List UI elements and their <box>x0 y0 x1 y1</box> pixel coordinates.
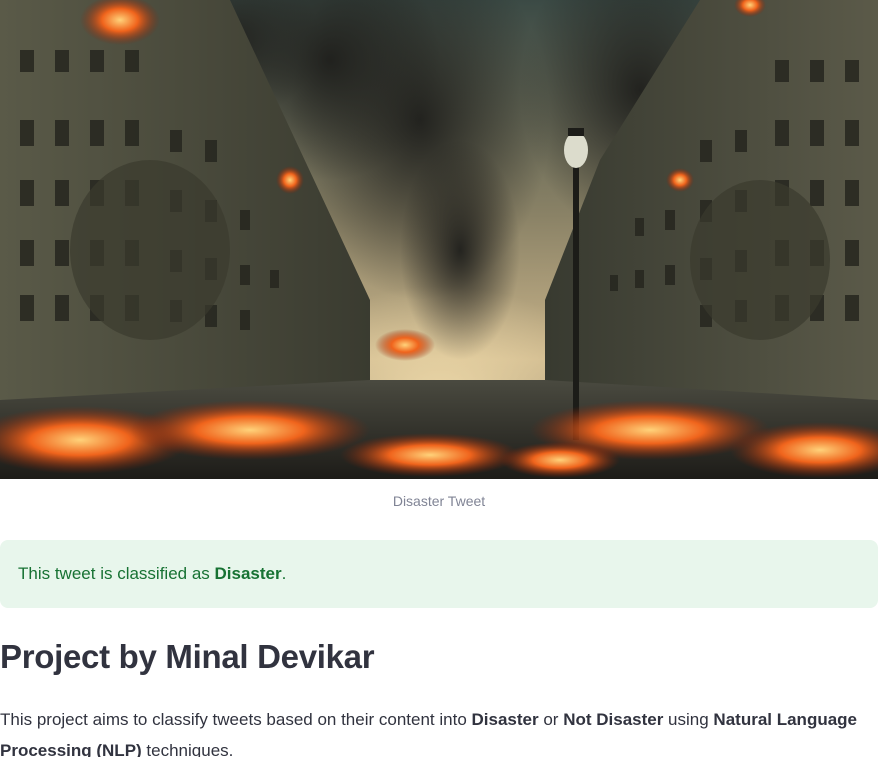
alert-label: Disaster <box>214 564 282 583</box>
image-caption: Disaster Tweet <box>392 493 486 509</box>
burning-city-street-image <box>0 0 878 479</box>
classification-alert: This tweet is classified as Disaster. <box>0 540 878 608</box>
desc-part3: using <box>663 710 714 729</box>
desc-part1: This project aims to classify tweets bas… <box>0 710 472 729</box>
page-title: Project by Minal Devikar <box>0 638 375 675</box>
alert-prefix: This tweet is classified as <box>18 564 215 583</box>
alert-text: This tweet is classified as Disaster. <box>18 564 286 584</box>
app-main: Disaster Tweet This tweet is classified … <box>0 0 881 757</box>
alert-suffix: . <box>281 564 287 583</box>
desc-part4: techniques. <box>141 741 234 757</box>
desc-part2: or <box>538 710 564 729</box>
hero-image <box>0 0 878 479</box>
project-description: This project aims to classify tweets bas… <box>0 704 878 757</box>
desc-term-not-disaster: Not Disaster <box>563 710 664 729</box>
desc-term-disaster: Disaster <box>471 710 539 729</box>
